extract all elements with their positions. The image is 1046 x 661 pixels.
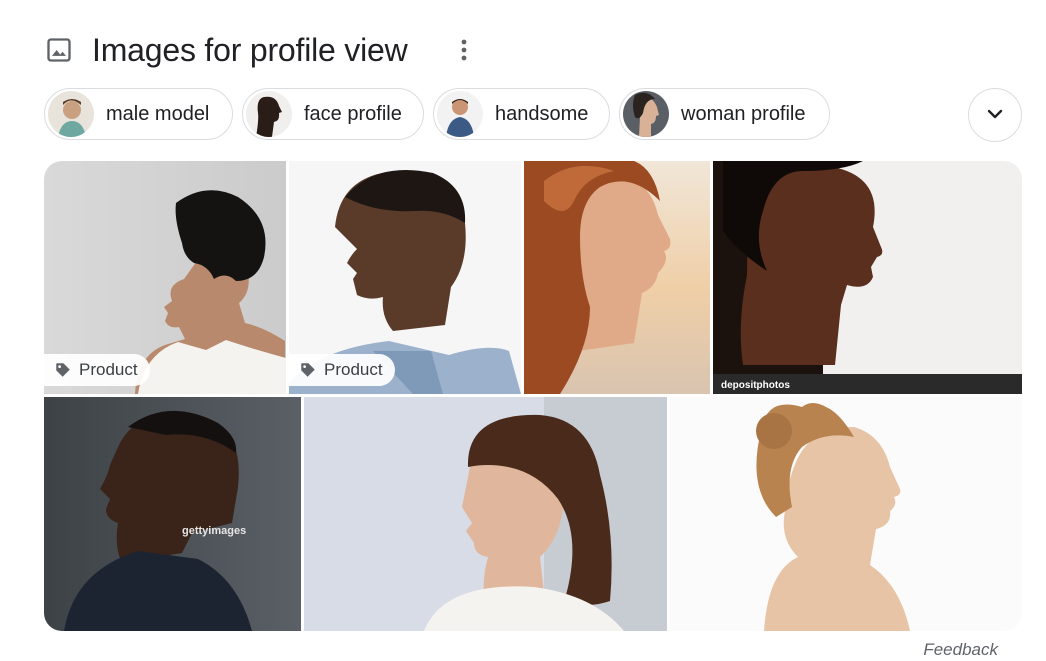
section-title: Images for profile view [92, 31, 408, 68]
tag-icon [56, 363, 70, 377]
chip-thumbnail [437, 91, 483, 137]
chip-thumbnail [48, 91, 94, 137]
chip-label: woman profile [681, 102, 806, 125]
watermark: depositphotos [721, 380, 790, 391]
product-badge: Product [289, 354, 395, 386]
result-photo [304, 397, 667, 631]
chip-label: face profile [304, 102, 402, 125]
chip-handsome[interactable]: handsome [433, 88, 610, 140]
image-result[interactable] [304, 397, 667, 631]
chip-label: handsome [495, 102, 589, 125]
chip-thumbnail [246, 91, 292, 137]
tag-icon [301, 363, 315, 377]
image-results-grid: Product Product depositphotos gettyimage… [44, 161, 1022, 631]
chip-thumbnail [623, 91, 669, 137]
badge-label: Product [79, 360, 138, 379]
result-photo [44, 397, 301, 631]
image-result[interactable] [670, 397, 1022, 631]
feedback-link[interactable]: Feedback [923, 640, 998, 660]
product-badge: Product [44, 354, 150, 386]
image-result[interactable]: Product [289, 161, 521, 394]
related-search-chips: male model face profile handsome woman p… [44, 88, 830, 140]
chip-label: male model [106, 102, 210, 125]
expand-chips-button[interactable] [968, 88, 1022, 142]
chevron-down-icon [987, 106, 1003, 124]
image-result[interactable]: gettyimages [44, 397, 301, 631]
result-photo [670, 397, 1022, 631]
chip-male-model[interactable]: male model [44, 88, 233, 140]
section-header: Images for profile view [44, 28, 476, 72]
watermark: gettyimages [182, 525, 247, 537]
result-photo [713, 161, 1022, 394]
image-result[interactable]: depositphotos [713, 161, 1022, 394]
image-icon [44, 35, 74, 65]
chip-face-profile[interactable]: face profile [242, 88, 424, 140]
image-result[interactable] [524, 161, 710, 394]
chip-woman-profile[interactable]: woman profile [619, 88, 830, 140]
more-vert-icon[interactable] [452, 38, 476, 62]
result-photo [524, 161, 710, 394]
image-result[interactable]: Product [44, 161, 286, 394]
badge-label: Product [324, 360, 383, 379]
